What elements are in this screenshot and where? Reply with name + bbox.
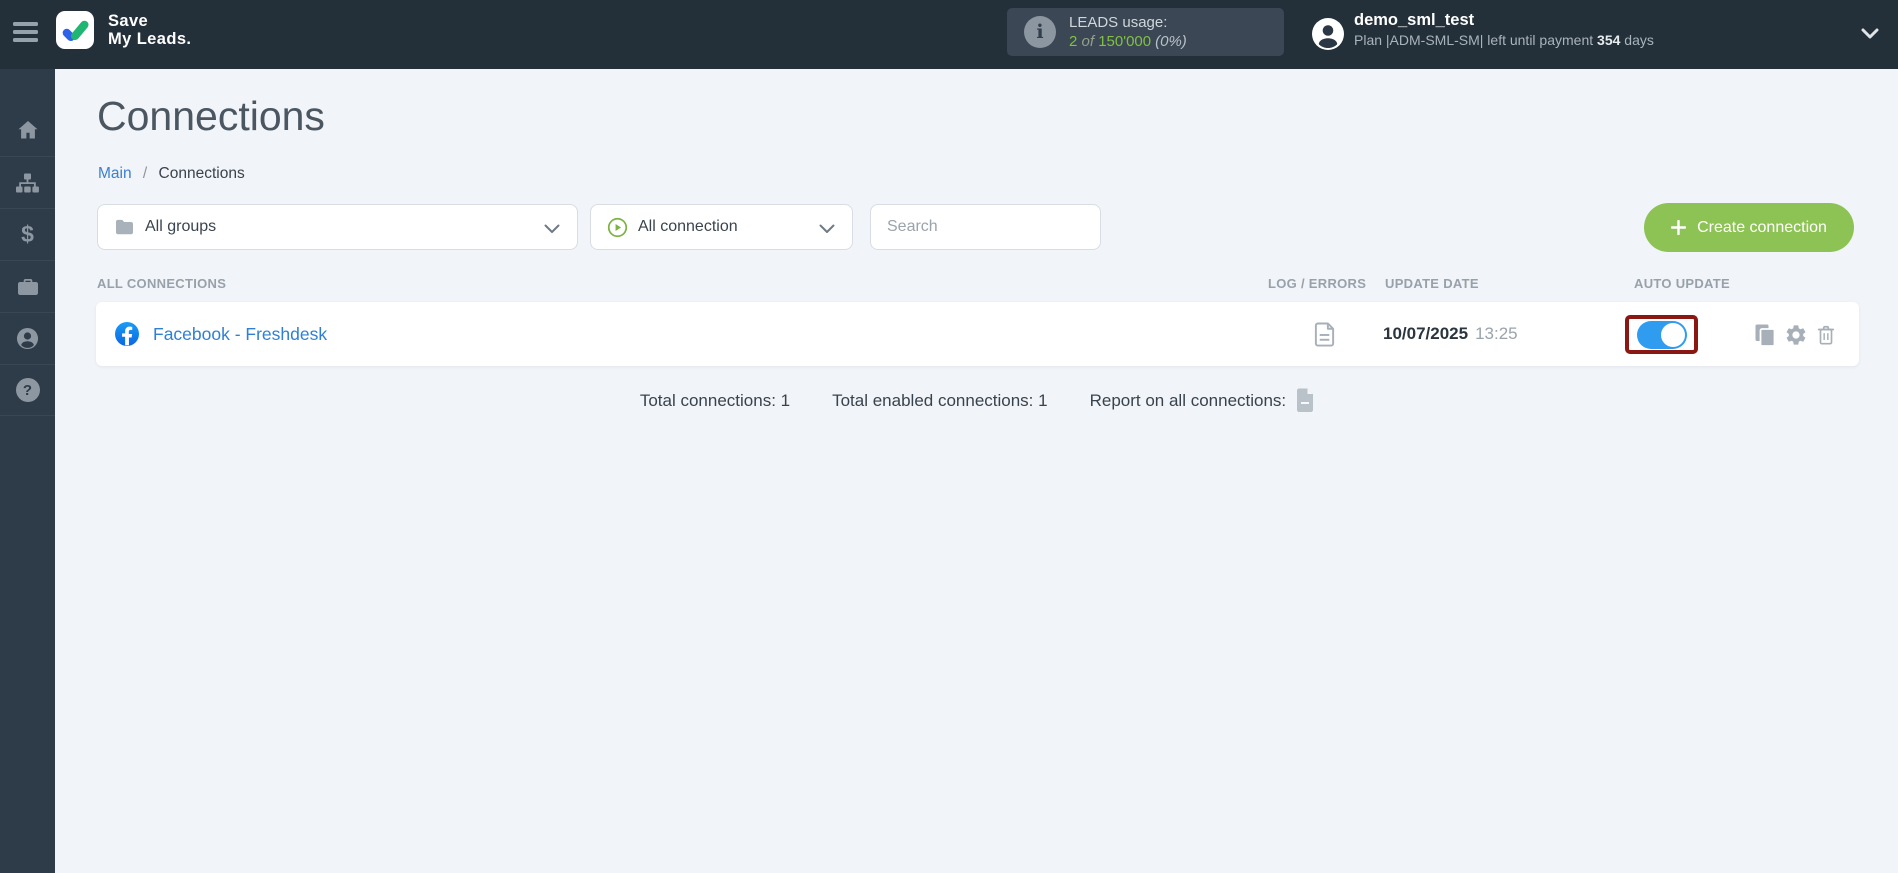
connection-name-link[interactable]: Facebook - Freshdesk <box>153 324 327 345</box>
column-header-log-errors: LOG / ERRORS <box>1268 276 1367 291</box>
breadcrumb-main-link[interactable]: Main <box>98 165 132 182</box>
play-circle-icon <box>607 217 628 237</box>
page-title: Connections <box>97 93 325 139</box>
sidebar-nav: $ ? <box>0 69 55 873</box>
breadcrumb-current: Connections <box>158 165 245 182</box>
leads-usage-widget: i LEADS usage: 2 of 150'000 (0%) <box>1007 8 1284 56</box>
sidebar-item-billing[interactable]: $ <box>0 208 55 260</box>
search-input[interactable] <box>870 204 1101 250</box>
groups-filter-value: All groups <box>145 218 217 235</box>
leads-usage-value: 2 of 150'000 (0%) <box>1069 33 1187 50</box>
auto-update-toggle[interactable] <box>1636 320 1687 349</box>
connection-row: Facebook - Freshdesk 10/07/2025 13:25 <box>96 302 1859 366</box>
savemyleads-logo[interactable] <box>56 11 94 49</box>
user-plan-info: Plan |ADM-SML-SM| left until payment 354… <box>1354 32 1654 48</box>
chevron-down-icon <box>544 224 560 233</box>
report-all-connections-label: Report on all connections: <box>1089 390 1287 410</box>
section-label-all-connections: ALL CONNECTIONS <box>97 276 227 291</box>
breadcrumb-separator: / <box>142 165 148 182</box>
red-annotation-box <box>1625 315 1698 354</box>
total-enabled-connections: Total enabled connections: 1 <box>832 390 1048 410</box>
column-header-auto-update: AUTO UPDATE <box>1634 276 1730 291</box>
home-icon <box>18 121 37 139</box>
sidebar-item-services[interactable] <box>0 260 55 312</box>
sitemap-icon <box>16 173 39 192</box>
copy-icon[interactable] <box>1753 323 1777 347</box>
column-header-update-date: UPDATE DATE <box>1385 276 1479 291</box>
leads-usage-label: LEADS usage: <box>1069 14 1168 31</box>
sidebar-item-connections[interactable] <box>0 156 55 208</box>
sidebar-item-help[interactable]: ? <box>0 364 55 416</box>
create-connection-button[interactable]: Create connection <box>1644 203 1854 252</box>
hamburger-menu-icon[interactable] <box>13 22 38 43</box>
log-file-icon[interactable] <box>1313 321 1336 348</box>
help-icon: ? <box>15 378 40 402</box>
brand-name: Save My Leads. <box>108 12 192 48</box>
groups-filter-dropdown[interactable]: All groups <box>97 204 578 250</box>
plus-icon <box>1671 220 1687 235</box>
avatar-icon <box>1312 18 1344 50</box>
account-icon <box>16 327 39 350</box>
breadcrumb: Main / Connections <box>98 165 245 183</box>
report-download-icon[interactable] <box>1295 388 1315 413</box>
user-name: demo_sml_test <box>1354 11 1475 29</box>
sidebar-item-account[interactable] <box>0 312 55 364</box>
connection-filter-value: All connection <box>638 218 738 235</box>
info-icon: i <box>1024 16 1056 48</box>
chevron-down-icon <box>819 224 835 233</box>
total-connections: Total connections: 1 <box>639 390 791 410</box>
facebook-icon <box>115 322 139 346</box>
update-date-cell: 10/07/2025 13:25 <box>1383 324 1518 343</box>
checkmark-logo-icon <box>62 20 89 42</box>
connection-filter-dropdown[interactable]: All connection <box>590 204 853 250</box>
briefcase-icon <box>17 278 38 295</box>
toggle-knob <box>1660 322 1685 347</box>
folder-icon <box>116 219 133 234</box>
top-header: Save My Leads. i LEADS usage: 2 of 150'0… <box>0 0 1898 69</box>
delete-trash-icon[interactable] <box>1815 323 1837 347</box>
settings-gear-icon[interactable] <box>1784 323 1808 347</box>
sidebar-item-home[interactable] <box>0 104 55 156</box>
connections-summary: Total connections: 1 Total enabled conne… <box>96 388 1859 413</box>
chevron-down-icon[interactable] <box>1861 28 1879 39</box>
dollar-icon: $ <box>21 221 34 247</box>
